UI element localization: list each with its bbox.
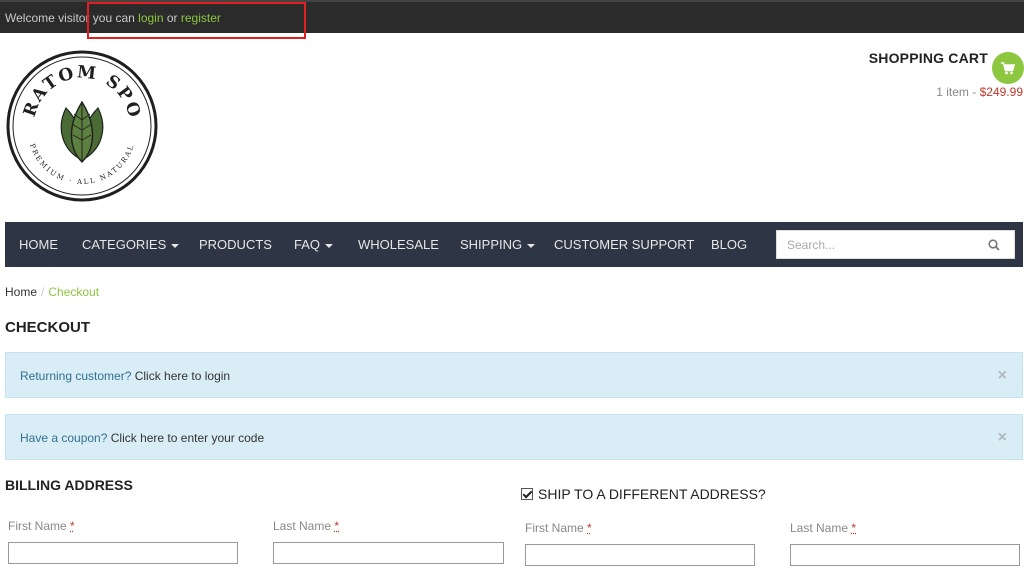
nav-label: CATEGORIES — [82, 237, 167, 252]
label-text: First Name — [8, 519, 67, 533]
coupon-notice: Have a coupon? Click here to enter your … — [5, 414, 1023, 460]
nav-label: BLOG — [711, 237, 748, 252]
returning-customer-link[interactable]: Returning customer? — [20, 369, 131, 383]
nav-item-home[interactable]: HOME — [19, 237, 58, 252]
label-text: First Name — [525, 521, 584, 535]
breadcrumb-home-link[interactable]: Home — [5, 285, 37, 299]
cart-total: $249.99 — [979, 85, 1023, 99]
search-input[interactable] — [777, 231, 982, 258]
required-mark: * — [851, 521, 857, 535]
nav-item-products[interactable]: PRODUCTS — [199, 237, 272, 252]
site-logo[interactable]: KRATOM SPOT PREMIUM · ALL NATURAL — [0, 35, 158, 202]
ship-different-address-toggle[interactable]: SHIP TO A DIFFERENT ADDRESS? — [521, 486, 766, 502]
billing-first-name-label: First Name * — [8, 519, 75, 533]
caret-down-icon — [171, 243, 180, 248]
nav-item-categories[interactable]: CATEGORIES — [82, 237, 180, 252]
caret-down-icon — [325, 243, 334, 248]
nav-label: CUSTOMER SUPPORT — [554, 237, 695, 252]
billing-address-title: BILLING ADDRESS — [5, 477, 133, 493]
close-icon[interactable]: × — [998, 429, 1007, 447]
nav-label: HOME — [19, 237, 58, 252]
required-mark: * — [70, 519, 75, 533]
nav-item-faq[interactable]: FAQ — [294, 237, 334, 252]
shipping-first-name-input[interactable] — [525, 544, 755, 566]
label-text: Last Name — [790, 521, 849, 535]
kratom-leaf-logo-icon: KRATOM SPOT PREMIUM · ALL NATURAL — [0, 35, 158, 202]
nav-label: WHOLESALE — [358, 237, 439, 252]
shipping-first-name-label: First Name * — [525, 521, 592, 535]
nav-item-shipping[interactable]: SHIPPING — [460, 237, 536, 252]
caret-down-icon — [527, 243, 536, 248]
shipping-last-name-input[interactable] — [790, 544, 1020, 566]
coupon-link[interactable]: Have a coupon? — [20, 431, 107, 445]
breadcrumb-separator: / — [41, 285, 45, 299]
returning-customer-notice: Returning customer? Click here to login … — [5, 352, 1023, 398]
required-mark: * — [334, 519, 340, 533]
main-navigation: HOME CATEGORIES PRODUCTS FAQ WHOLESALE S… — [5, 222, 1023, 267]
nav-item-wholesale[interactable]: WHOLESALE — [358, 237, 439, 252]
nav-item-customer-support[interactable]: CUSTOMER SUPPORT — [554, 237, 694, 252]
nav-label: SHIPPING — [460, 237, 523, 252]
search-box — [776, 230, 1015, 259]
nav-item-blog[interactable]: BLOG — [711, 237, 747, 252]
close-icon[interactable]: × — [998, 367, 1007, 385]
notice-text: Returning customer? Click here to login — [20, 369, 230, 383]
enter-code-link[interactable]: Click here to enter your code — [107, 431, 264, 445]
search-icon[interactable] — [988, 239, 1000, 251]
billing-first-name-input[interactable] — [8, 542, 238, 564]
nav-label: FAQ — [294, 237, 321, 252]
breadcrumb: Home / Checkout — [5, 285, 99, 299]
page-title: CHECKOUT — [5, 319, 90, 336]
cart-icon[interactable] — [992, 52, 1024, 84]
cart-separator: - — [968, 85, 980, 99]
billing-last-name-input[interactable] — [273, 542, 504, 564]
required-mark: * — [587, 521, 592, 535]
click-to-login-link[interactable]: Click here to login — [131, 369, 230, 383]
label-text: Last Name — [273, 519, 332, 533]
ship-different-address-checkbox[interactable] — [521, 488, 533, 500]
ship-different-address-label: SHIP TO A DIFFERENT ADDRESS? — [538, 486, 766, 502]
cart-count: 1 item — [936, 85, 969, 99]
breadcrumb-current: Checkout — [48, 285, 100, 299]
nav-label: PRODUCTS — [199, 237, 272, 252]
annotation-highlight-box — [87, 2, 306, 39]
shopping-cart-title[interactable]: SHOPPING CART — [869, 50, 988, 66]
billing-last-name-label: Last Name * — [273, 519, 339, 533]
cart-summary[interactable]: 1 item - $249.99 — [936, 85, 1023, 99]
notice-text: Have a coupon? Click here to enter your … — [20, 431, 264, 445]
shipping-last-name-label: Last Name * — [790, 521, 856, 535]
